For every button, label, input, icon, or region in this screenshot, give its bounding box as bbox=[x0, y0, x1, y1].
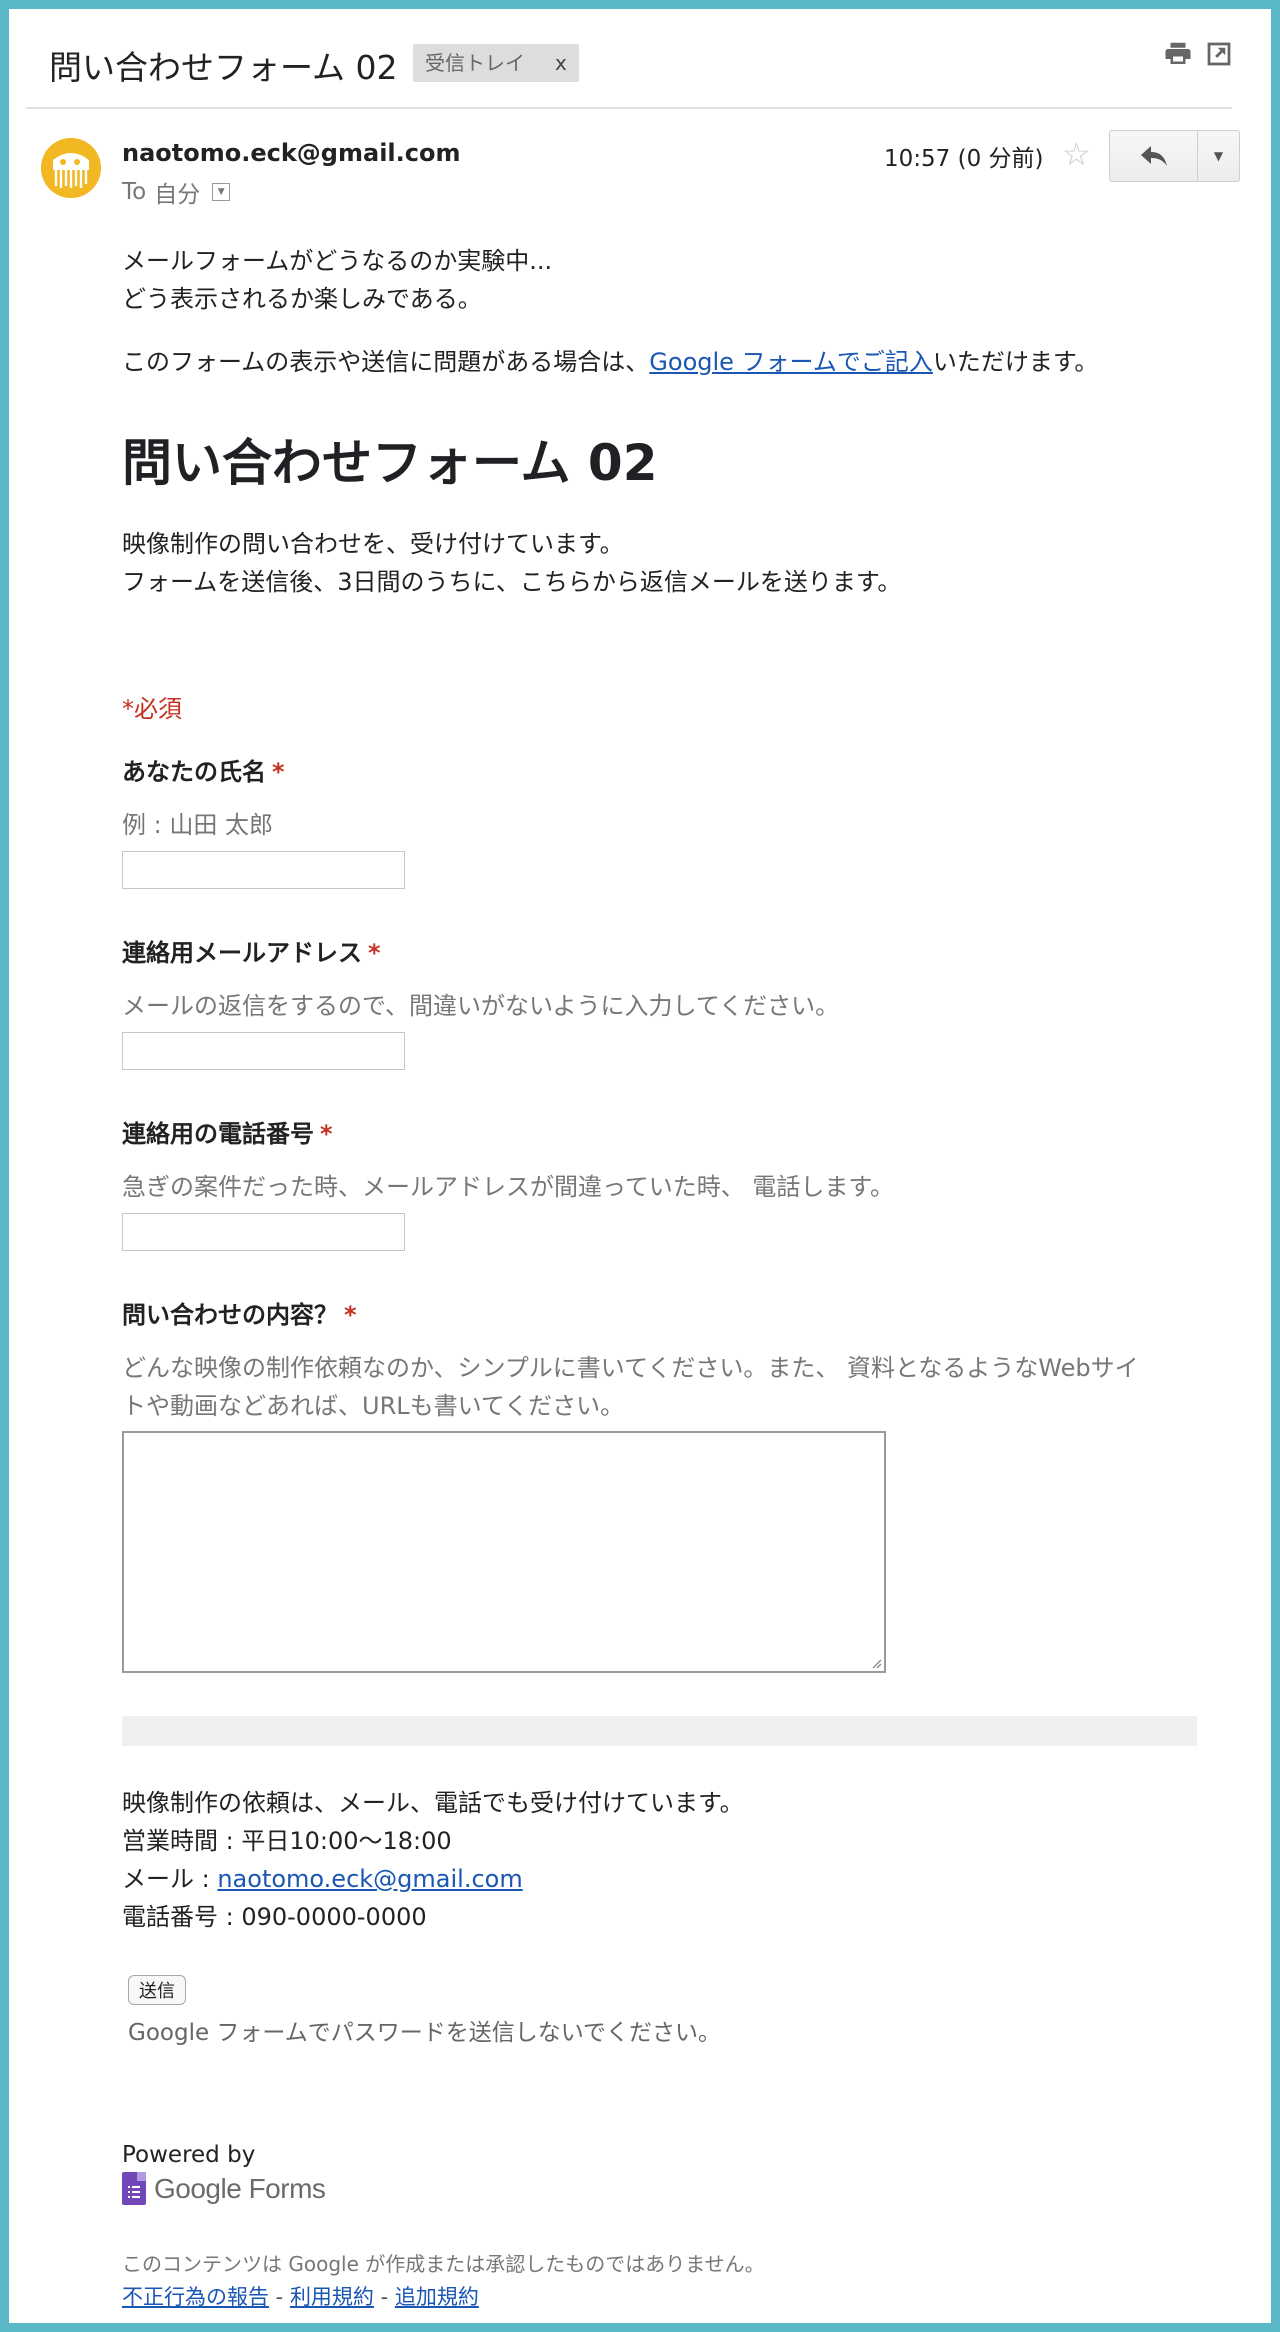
form-description-line-2: フォームを送信後、3日間のうちに、こちらから返信メールを送ります。 bbox=[122, 568, 902, 596]
question-inquiry-label: 問い合わせの内容？ * bbox=[122, 1295, 357, 1330]
additional-terms-link[interactable]: 追加規約 bbox=[395, 2285, 479, 2309]
recipient-details-dropdown-icon[interactable]: ▼ bbox=[212, 183, 231, 201]
print-icon[interactable] bbox=[1163, 39, 1193, 69]
submit-button[interactable]: 送信 bbox=[128, 1975, 186, 2005]
question-phone-help: 急ぎの案件だった時、メールアドレスが間違っていた時、 電話します。 bbox=[122, 1173, 895, 1201]
form-description-line-1: 映像制作の問い合わせを、受け付けています。 bbox=[122, 530, 624, 558]
recipient-line: To 自分 ▼ bbox=[122, 175, 231, 209]
required-asterisk: * bbox=[320, 1120, 333, 1148]
reply-arrow-icon bbox=[1140, 146, 1167, 166]
password-warning: Google フォームでパスワードを送信しないでください。 bbox=[128, 2020, 722, 2046]
report-abuse-link[interactable]: 不正行為の報告 bbox=[122, 2285, 269, 2309]
message-header: naotomo.eck@gmail.com To 自分 ▼ 10:57 (0 分… bbox=[26, 119, 1240, 208]
star-icon[interactable]: ☆ bbox=[1062, 135, 1091, 173]
name-input[interactable] bbox=[122, 851, 405, 889]
form-notice: このフォームの表示や送信に問題がある場合は、Google フォームでご記入いただ… bbox=[122, 343, 1098, 381]
question-inquiry-title: 問い合わせの内容？ bbox=[122, 1301, 338, 1329]
contact-line-1: 映像制作の依頼は、メール、電話でも受け付けています。 bbox=[122, 1789, 744, 1817]
question-email-label: 連絡用メールアドレス * bbox=[122, 933, 381, 968]
question-name-title: あなたの氏名 bbox=[122, 758, 266, 786]
required-asterisk: * bbox=[344, 1301, 357, 1329]
inbox-label-chip[interactable]: 受信トレイ x bbox=[413, 44, 579, 82]
contact-mail-line: メール : naotomo.eck@gmail.com bbox=[122, 1860, 523, 1898]
resize-grip-icon[interactable] bbox=[870, 1657, 882, 1669]
disclaimer: このコンテンツは Google が作成または承認したものではありません。 bbox=[122, 2252, 765, 2276]
google-forms-icon bbox=[122, 2172, 146, 2205]
form-title: 問い合わせフォーム 02 bbox=[122, 434, 658, 492]
sender-email[interactable]: naotomo.eck@gmail.com bbox=[122, 139, 460, 167]
open-in-google-forms-link[interactable]: Google フォームでご記入 bbox=[649, 348, 933, 376]
inbox-label-text: 受信トレイ bbox=[425, 51, 525, 75]
required-note: *必須 bbox=[122, 695, 182, 723]
intro-line-2: どう表示されるか楽しみである。 bbox=[122, 285, 482, 313]
remove-label-button[interactable]: x bbox=[555, 44, 567, 82]
section-divider bbox=[122, 1716, 1197, 1746]
phone-input[interactable] bbox=[122, 1213, 405, 1251]
form-notice-prefix: このフォームの表示や送信に問題がある場合は、 bbox=[122, 348, 650, 376]
powered-by: Powered by bbox=[122, 2142, 256, 2168]
link-separator: - bbox=[269, 2285, 290, 2309]
subject-bar: 問い合わせフォーム 02 受信トレイ x bbox=[26, 9, 1232, 109]
sender-avatar[interactable] bbox=[41, 138, 101, 198]
required-asterisk: * bbox=[368, 939, 381, 967]
intro-line-1: メールフォームがどうなるのか実験中... bbox=[122, 247, 553, 275]
email-subject: 問い合わせフォーム 02 bbox=[49, 48, 398, 87]
question-phone-label: 連絡用の電話番号 * bbox=[122, 1114, 333, 1149]
reply-button[interactable] bbox=[1110, 131, 1198, 181]
question-email-help: メールの返信をするので、間違いがないように入力してください。 bbox=[122, 992, 840, 1020]
message-time: 10:57 (0 分前) bbox=[884, 146, 1044, 172]
reply-button-group: ▼ bbox=[1109, 130, 1240, 182]
business-hours: 営業時間 : 平日10:00〜18:00 bbox=[122, 1827, 452, 1855]
question-name-help: 例 : 山田 太郎 bbox=[122, 811, 273, 839]
question-inquiry-help-line-2: トや動画などあれば、URLも書いてください。 bbox=[122, 1392, 625, 1420]
required-asterisk: * bbox=[272, 758, 285, 786]
more-actions-dropdown-icon[interactable]: ▼ bbox=[1198, 131, 1239, 181]
contact-mail-prefix: メール : bbox=[122, 1865, 218, 1893]
question-phone-title: 連絡用の電話番号 bbox=[122, 1120, 314, 1148]
google-forms-wordmark: Google Forms bbox=[154, 2172, 326, 2204]
inquiry-textarea[interactable] bbox=[122, 1431, 886, 1673]
contact-phone: 電話番号 : 090-0000-0000 bbox=[122, 1903, 427, 1931]
contact-mail-link[interactable]: naotomo.eck@gmail.com bbox=[217, 1865, 522, 1893]
footer-links: 不正行為の報告 - 利用規約 - 追加規約 bbox=[122, 2281, 479, 2311]
recipient-name: 自分 bbox=[154, 182, 201, 208]
link-separator: - bbox=[373, 2285, 395, 2309]
google-forms-logo[interactable]: Google Forms bbox=[122, 2172, 326, 2205]
terms-link[interactable]: 利用規約 bbox=[290, 2285, 374, 2309]
question-email-title: 連絡用メールアドレス bbox=[122, 939, 362, 967]
to-prefix: To bbox=[122, 179, 147, 205]
question-inquiry-help-line-1: どんな映像の制作依頼なのか、シンプルに書いてください。また、 資料となるようなW… bbox=[122, 1354, 1139, 1382]
form-notice-suffix: いただけます。 bbox=[932, 348, 1099, 376]
open-in-new-window-icon[interactable] bbox=[1204, 39, 1234, 69]
email-window: 問い合わせフォーム 02 受信トレイ x naotomo.eck@gmail.c… bbox=[9, 9, 1271, 2323]
email-input[interactable] bbox=[122, 1032, 405, 1070]
question-name-label: あなたの氏名 * bbox=[122, 752, 285, 787]
